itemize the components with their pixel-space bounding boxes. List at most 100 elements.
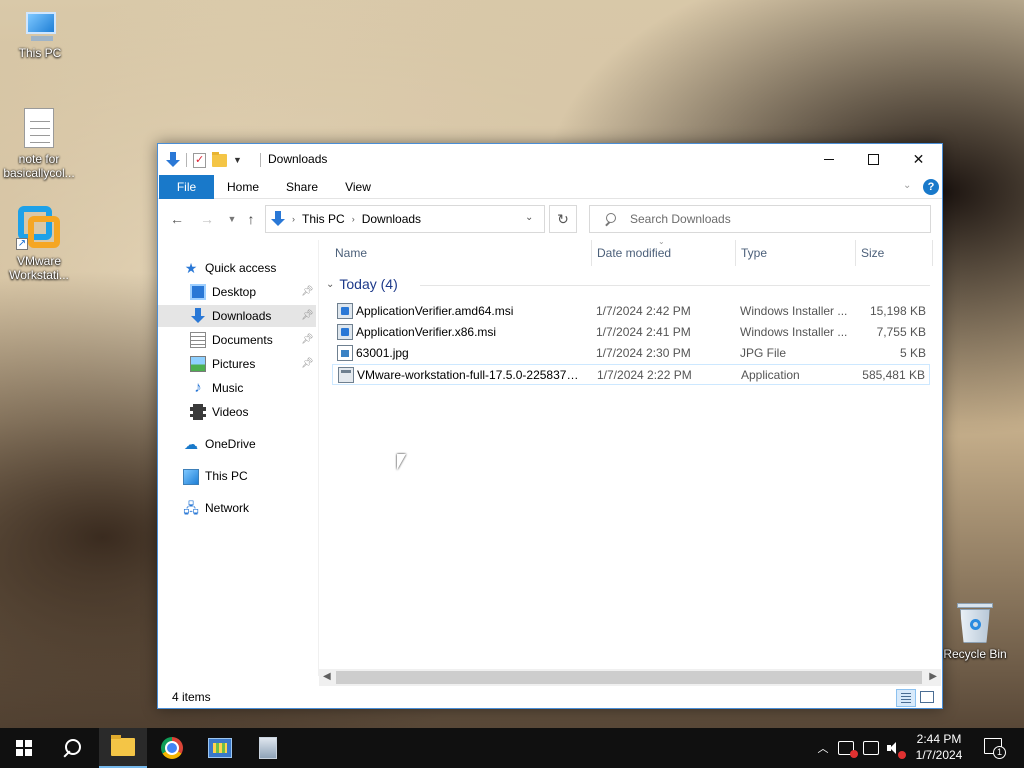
breadcrumb-separator-icon[interactable]: › <box>352 214 355 224</box>
tray-network-icon[interactable] <box>863 728 879 768</box>
back-arrow-icon: ← <box>170 211 184 227</box>
sidebar-item-quick-access[interactable]: ★ Quick access <box>158 257 316 279</box>
ribbon: File Home Share View ⌄ ? <box>158 175 942 199</box>
scroll-left-icon[interactable]: ◀ <box>323 671 331 682</box>
file-explorer-icon <box>111 735 135 756</box>
address-history-chevron-icon[interactable]: ⌄ <box>525 212 533 223</box>
control-panel-icon <box>208 738 232 758</box>
file-size: 7,755 KB <box>876 325 926 339</box>
maximize-button[interactable] <box>851 144 896 174</box>
start-button[interactable] <box>0 728 48 768</box>
show-hidden-icons-button[interactable]: ︿ <box>815 728 831 768</box>
pin-icon[interactable]: 📌︎ <box>301 310 314 321</box>
pin-icon[interactable]: 📌︎ <box>301 358 314 369</box>
file-row[interactable]: 63001.jpg 1/7/2024 2:30 PM JPG File 5 KB <box>332 343 930 364</box>
large-icons-view-button[interactable] <box>920 691 934 703</box>
tray-security-icon[interactable] <box>838 728 858 768</box>
sidebar-item-desktop[interactable]: Desktop 📌︎ <box>158 281 316 303</box>
forward-button[interactable]: → <box>197 209 217 229</box>
navigation-pane: ★ Quick access Desktop 📌︎ Downloads 📌︎ D… <box>158 240 318 676</box>
taskbar-control-panel[interactable] <box>196 728 244 768</box>
tab-view[interactable]: View <box>338 175 378 199</box>
file-size: 585,481 KB <box>862 368 925 382</box>
clock-time: 2:44 PM <box>916 732 962 746</box>
taskbar-search-button[interactable] <box>48 728 96 768</box>
taskbar-chrome[interactable] <box>148 728 196 768</box>
tab-share[interactable]: Share <box>280 175 324 199</box>
sidebar-item-label: OneDrive <box>205 437 256 451</box>
file-row[interactable]: VMware-workstation-full-17.5.0-2258379..… <box>332 364 930 385</box>
details-view-button[interactable] <box>896 689 916 707</box>
tab-home[interactable]: Home <box>220 175 266 199</box>
taskbar-app[interactable] <box>244 728 292 768</box>
downloads-icon <box>166 152 180 168</box>
close-button[interactable]: ✕ <box>896 144 941 174</box>
downloads-icon <box>271 211 285 227</box>
file-row[interactable]: ApplicationVerifier.amd64.msi 1/7/2024 2… <box>332 301 930 322</box>
expand-ribbon-chevron-icon[interactable]: ⌄ <box>903 180 911 191</box>
minimize-button[interactable] <box>806 144 851 174</box>
file-name: ApplicationVerifier.x86.msi <box>356 325 497 339</box>
volume-muted-icon <box>887 741 906 759</box>
horizontal-scrollbar[interactable]: ◀ ▶ <box>319 669 941 686</box>
tab-file[interactable]: File <box>159 175 214 199</box>
desktop-icon-note[interactable]: note for basicallycol... <box>1 108 77 180</box>
file-date: 1/7/2024 2:22 PM <box>597 368 692 382</box>
chrome-icon <box>161 737 183 759</box>
sidebar-item-network[interactable]: 🖧︎ Network <box>158 497 316 519</box>
collapse-chevron-icon[interactable]: ⌄ <box>326 279 334 290</box>
search-box[interactable] <box>589 205 931 233</box>
tray-volume-icon[interactable] <box>887 728 906 768</box>
search-input[interactable] <box>630 212 910 226</box>
taskbar-file-explorer[interactable] <box>99 728 147 768</box>
system-clock[interactable]: 2:44 PM 1/7/2024 <box>905 731 973 763</box>
breadcrumb-downloads[interactable]: Downloads <box>362 212 421 226</box>
network-icon: 🖧︎ <box>183 500 199 516</box>
sidebar-item-onedrive[interactable]: ☁ OneDrive <box>158 433 316 455</box>
recent-locations-button[interactable]: ▼ <box>222 209 242 229</box>
column-header-type[interactable]: Type <box>741 240 767 266</box>
sidebar-item-this-pc[interactable]: This PC <box>158 465 316 487</box>
desktop-icon-recycle-bin[interactable]: Recycle Bin <box>937 603 1013 661</box>
breadcrumb-separator-icon[interactable]: › <box>292 214 295 224</box>
properties-icon[interactable] <box>193 152 206 168</box>
pin-icon[interactable]: 📌︎ <box>301 286 314 297</box>
back-button[interactable]: ← <box>167 209 187 229</box>
sidebar-item-documents[interactable]: Documents 📌︎ <box>158 329 316 351</box>
quick-access-toolbar: ▼ <box>166 151 242 169</box>
file-type: Windows Installer ... <box>740 325 848 339</box>
file-row[interactable]: ApplicationVerifier.x86.msi 1/7/2024 2:4… <box>332 322 930 343</box>
up-button[interactable]: ↑ <box>241 209 261 229</box>
taskbar: ︿ 2:44 PM 1/7/2024 1 <box>0 728 1024 768</box>
sort-chevron-icon: ⌄ <box>658 237 665 246</box>
divider <box>318 240 319 676</box>
help-button[interactable]: ? <box>923 179 939 195</box>
desktop-folder-icon <box>190 284 206 300</box>
desktop-icon-this-pc[interactable]: This PC <box>2 12 78 60</box>
scrollbar-thumb[interactable] <box>336 671 922 684</box>
sidebar-item-music[interactable]: ♪ Music <box>158 377 316 399</box>
column-header-name[interactable]: Name <box>335 240 367 266</box>
sidebar-item-pictures[interactable]: Pictures 📌︎ <box>158 353 316 375</box>
address-bar[interactable]: › This PC › Downloads ⌄ <box>265 205 545 233</box>
refresh-button[interactable]: ↻ <box>549 205 577 233</box>
desktop-icon-label: note for basicallycol... <box>3 152 75 180</box>
text-document-icon <box>24 108 54 148</box>
sidebar-item-videos[interactable]: Videos <box>158 401 316 423</box>
breadcrumb-this-pc[interactable]: This PC <box>302 212 345 226</box>
file-name: VMware-workstation-full-17.5.0-2258379..… <box>357 368 582 382</box>
customize-toolbar-chevron-icon[interactable]: ▼ <box>233 155 242 165</box>
desktop-icon-vmware[interactable]: ↗ VMware Workstati... <box>1 204 77 282</box>
pin-icon[interactable]: 📌︎ <box>301 334 314 345</box>
scroll-right-icon[interactable]: ▶ <box>929 671 937 682</box>
search-icon <box>63 739 81 757</box>
divider <box>260 153 261 167</box>
sidebar-item-label: Videos <box>212 405 249 419</box>
column-header-size[interactable]: Size <box>861 240 884 266</box>
sidebar-item-downloads[interactable]: Downloads 📌︎ <box>158 305 316 327</box>
music-icon: ♪ <box>194 379 202 396</box>
group-header-today[interactable]: ⌄ Today (4) <box>326 276 398 292</box>
new-folder-icon[interactable] <box>212 151 227 167</box>
window-title: Downloads <box>268 152 328 166</box>
title-bar[interactable]: ▼ Downloads ✕ <box>158 144 942 175</box>
